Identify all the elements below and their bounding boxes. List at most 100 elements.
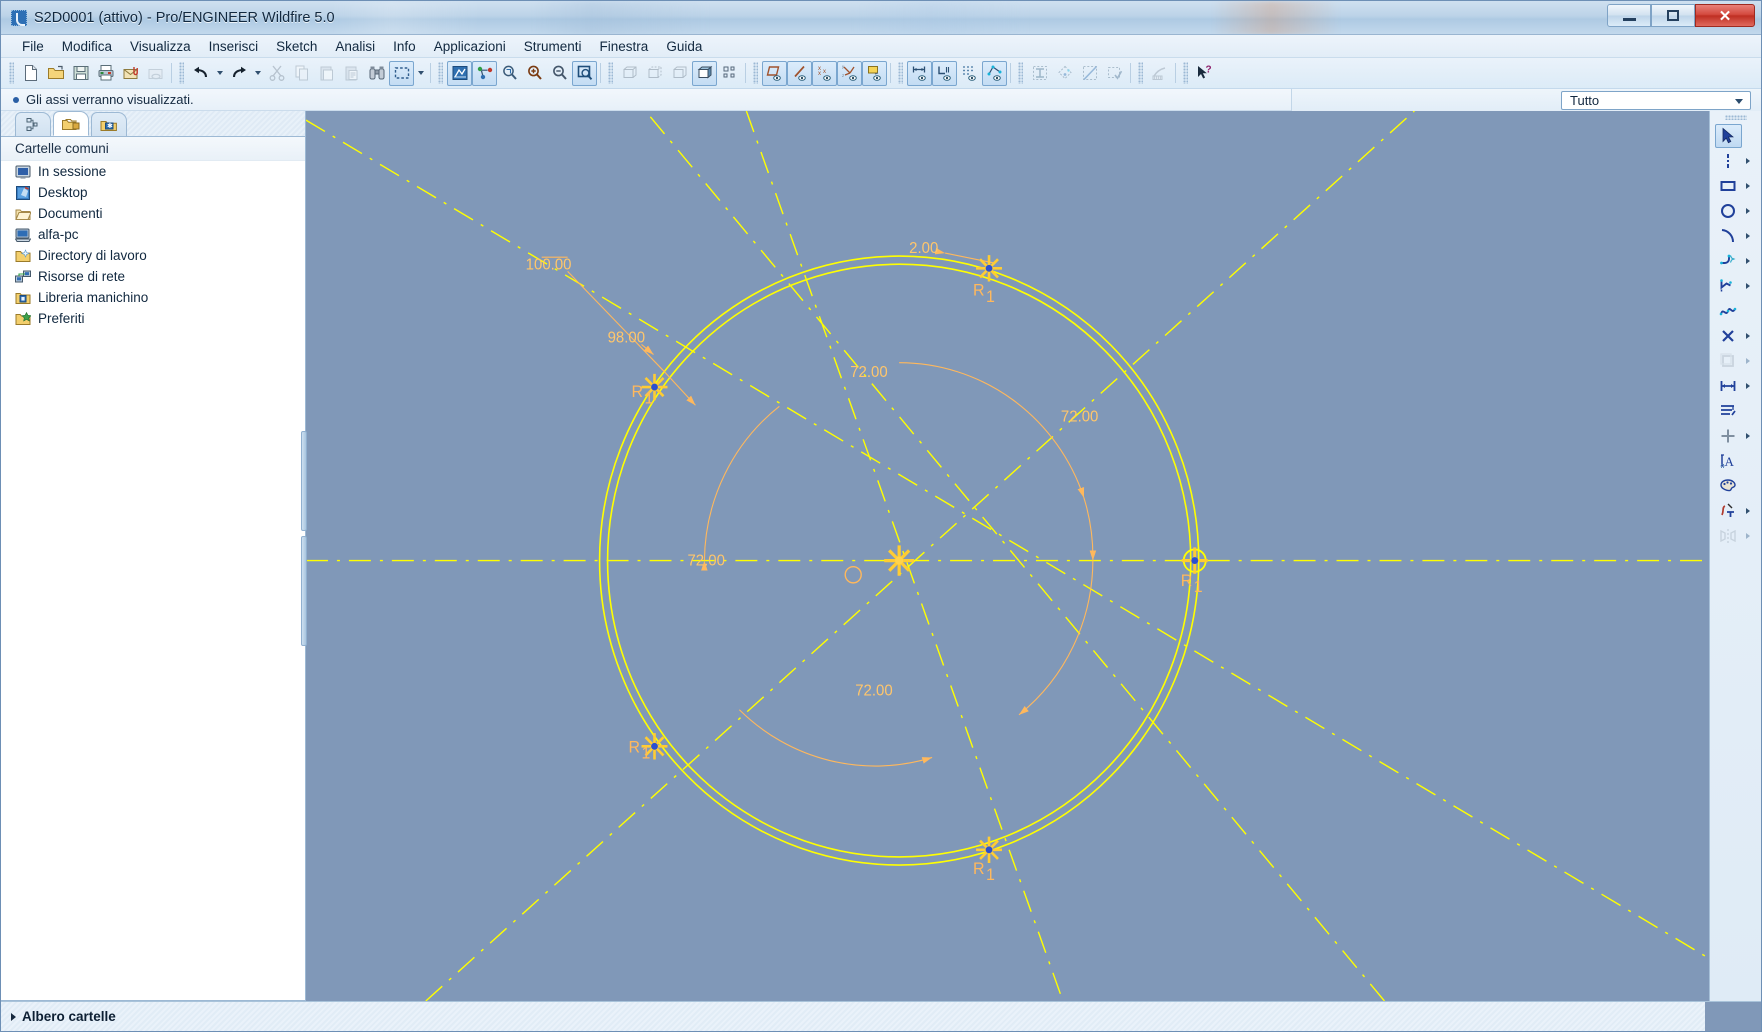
arc-tool-button[interactable] xyxy=(1715,224,1742,248)
grid-display-icon[interactable] xyxy=(957,61,982,86)
line-tool-menu[interactable] xyxy=(1742,149,1754,173)
circle-tool-menu[interactable] xyxy=(1742,199,1754,223)
new-document-icon[interactable] xyxy=(18,61,43,86)
context-help-icon[interactable]: ? xyxy=(1192,61,1217,86)
fillet-tool-button[interactable] xyxy=(1715,249,1742,273)
line-tool-button[interactable] xyxy=(1715,149,1742,173)
graphics-window[interactable]: .geo { stroke:#ffff00; stroke-width:1.6;… xyxy=(306,111,1709,1001)
toolbar-grip-2[interactable] xyxy=(179,62,184,84)
repaint-icon[interactable] xyxy=(447,60,472,86)
modify-dimension-button[interactable] xyxy=(1715,399,1742,423)
point-tool-menu[interactable] xyxy=(1742,324,1754,348)
rectangle-tool-button[interactable] xyxy=(1715,174,1742,198)
svg-text:R[interactable]: R xyxy=(1181,572,1193,590)
mail-attach-icon[interactable] xyxy=(118,61,143,86)
folder-browser-tab[interactable] xyxy=(53,111,89,136)
dim-72-a[interactable]: 72.00 xyxy=(850,364,887,381)
datum-axis-display-icon[interactable] xyxy=(787,60,812,86)
fillet-tool-menu[interactable] xyxy=(1742,249,1754,273)
open-folder-icon[interactable] xyxy=(43,61,68,86)
maximize-button[interactable] xyxy=(1651,4,1695,27)
annotation-display-icon[interactable] xyxy=(862,60,887,86)
menu-visualizza[interactable]: Visualizza xyxy=(121,37,200,56)
undo-icon[interactable] xyxy=(188,61,213,86)
arc-tool-menu[interactable] xyxy=(1742,224,1754,248)
nav-item-risorse-rete[interactable]: Risorse di rete xyxy=(1,266,305,287)
datum-csys-display-icon[interactable]: yz xyxy=(837,60,862,86)
layers-icon[interactable] xyxy=(717,61,742,86)
nav-item-desktop[interactable]: Desktop xyxy=(1,182,305,203)
model-tree-tab[interactable] xyxy=(15,112,51,136)
selection-filter-dropdown[interactable]: Tutto xyxy=(1561,91,1751,110)
palette-tool-button[interactable] xyxy=(1715,474,1742,498)
dim-72-d[interactable]: 72.00 xyxy=(855,682,892,699)
trim-tool-menu[interactable] xyxy=(1742,499,1754,523)
minimize-button[interactable] xyxy=(1607,4,1651,27)
menu-inserisci[interactable]: Inserisci xyxy=(200,37,268,56)
chamfer-tool-button[interactable] xyxy=(1715,274,1742,298)
constraint-tool-menu[interactable] xyxy=(1742,424,1754,448)
toolbar-grip-8[interactable] xyxy=(1138,62,1143,84)
datum-point-display-icon[interactable]: xxx xyxy=(812,60,837,86)
rectangle-tool-menu[interactable] xyxy=(1742,174,1754,198)
chamfer-tool-menu[interactable] xyxy=(1742,274,1754,298)
menu-sketch[interactable]: Sketch xyxy=(267,37,326,56)
toolbar-grip-6[interactable] xyxy=(898,62,903,84)
trim-tool-button[interactable] xyxy=(1715,499,1742,523)
select-tool-button[interactable] xyxy=(1714,123,1742,148)
navigator-splitter-handle-top[interactable] xyxy=(301,431,307,531)
refit-icon[interactable] xyxy=(497,61,522,86)
dim-98[interactable]: 98.00 xyxy=(608,329,645,346)
datum-plane-display-icon[interactable] xyxy=(762,60,787,86)
dim-100[interactable]: 100.00 xyxy=(526,256,572,273)
text-tool-button[interactable]: A xyxy=(1715,449,1742,473)
menu-guida[interactable]: Guida xyxy=(657,37,711,56)
nav-item-preferiti[interactable]: Preferiti xyxy=(1,308,305,329)
spline-tool-button[interactable] xyxy=(1715,299,1742,323)
vertex-display-icon[interactable] xyxy=(982,60,1007,86)
point-tool-button[interactable] xyxy=(1715,324,1742,348)
nav-item-alfa-pc[interactable]: alfa-pc xyxy=(1,224,305,245)
menu-modifica[interactable]: Modifica xyxy=(53,37,121,56)
nav-item-libreria-manichino[interactable]: Libreria manichino xyxy=(1,287,305,308)
svg-text:R[interactable]: R xyxy=(973,282,985,300)
zoom-in-icon[interactable] xyxy=(522,61,547,86)
zoom-out-icon[interactable] xyxy=(547,61,572,86)
constraint-tool-button[interactable] xyxy=(1715,424,1742,448)
dim-72-c[interactable]: 72.00 xyxy=(687,553,724,570)
save-icon[interactable] xyxy=(68,61,93,86)
dim-72-b[interactable]: 72.00 xyxy=(1061,408,1098,425)
sketch-canvas[interactable]: .geo { stroke:#ffff00; stroke-width:1.6;… xyxy=(306,111,1709,1001)
toolbar-grip-5[interactable] xyxy=(753,62,758,84)
svg-text:R[interactable]: R xyxy=(629,738,641,756)
toolbar-grip-7[interactable] xyxy=(1018,62,1023,84)
folder-tree-bar[interactable]: Albero cartelle xyxy=(1,1001,1761,1031)
spin-center-icon[interactable] xyxy=(472,60,497,86)
dimension-tool-menu[interactable] xyxy=(1742,374,1754,398)
selection-dropdown-arrow[interactable] xyxy=(414,61,427,86)
dimension-tool-button[interactable] xyxy=(1715,374,1742,398)
redo-dropdown-arrow[interactable] xyxy=(251,61,264,86)
dim-2[interactable]: 2.00 xyxy=(909,240,938,257)
constraint-display-icon[interactable] xyxy=(932,60,957,86)
circle-tool-button[interactable] xyxy=(1715,199,1742,223)
nav-item-directory-lavoro[interactable]: Directory di lavoro xyxy=(1,245,305,266)
undo-dropdown-arrow[interactable] xyxy=(213,61,226,86)
sketcher-toolbar-grip[interactable] xyxy=(1724,115,1747,120)
zoom-fit-icon[interactable] xyxy=(572,60,597,86)
menu-analisi[interactable]: Analisi xyxy=(326,37,384,56)
close-button[interactable]: ✕ xyxy=(1695,4,1755,27)
menu-file[interactable]: File xyxy=(13,37,53,56)
toolbar-grip-4[interactable] xyxy=(608,62,613,84)
redo-icon[interactable] xyxy=(226,61,251,86)
selection-box-icon[interactable] xyxy=(389,60,414,86)
nav-item-documenti[interactable]: Documenti xyxy=(1,203,305,224)
toolbar-grip[interactable] xyxy=(9,62,14,84)
svg-text:R[interactable]: R xyxy=(632,383,644,401)
menu-info[interactable]: Info xyxy=(384,37,425,56)
toolbar-grip-3[interactable] xyxy=(438,62,443,84)
menu-strumenti[interactable]: Strumenti xyxy=(515,37,591,56)
toolbar-grip-9[interactable] xyxy=(1183,62,1188,84)
favorites-tab[interactable]: ✱ xyxy=(91,112,127,136)
menu-applicazioni[interactable]: Applicazioni xyxy=(425,37,515,56)
